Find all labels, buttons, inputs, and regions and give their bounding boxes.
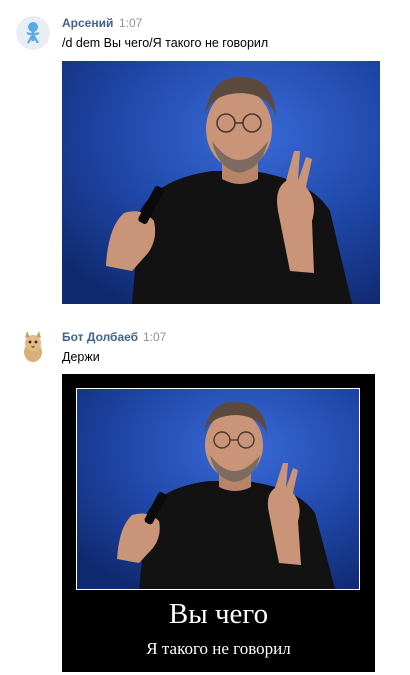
message-text: Держи [62, 350, 100, 364]
demotivator-image[interactable]: Вы чего Я такого не говорил [62, 374, 375, 672]
message-text: /d dem Вы чего/Я такого не говорил [62, 36, 269, 50]
message-time[interactable]: 1:07 [119, 16, 142, 30]
demotivator-subtitle: Я такого не говорил [146, 639, 291, 658]
cat-avatar-icon [16, 330, 50, 364]
person-photo-image [77, 389, 359, 589]
demotivator-photo-frame [76, 388, 360, 590]
message-author[interactable]: Арсений [62, 16, 113, 30]
message-2: Бот Долбаеб 1:07 Держи Вы чего Я такого … [0, 310, 410, 675]
user-avatar[interactable] [16, 16, 50, 50]
message-1: Арсений 1:07 /d dem Вы чего/Я такого не … [0, 0, 410, 310]
attached-photo[interactable] [62, 61, 380, 304]
bot-avatar[interactable] [16, 330, 50, 364]
demotivator-title: Вы чего [168, 598, 269, 630]
blue-figure-avatar-icon [16, 16, 50, 50]
message-time[interactable]: 1:07 [143, 330, 166, 344]
message-author[interactable]: Бот Долбаеб [62, 330, 138, 344]
person-photo-image [62, 61, 380, 304]
